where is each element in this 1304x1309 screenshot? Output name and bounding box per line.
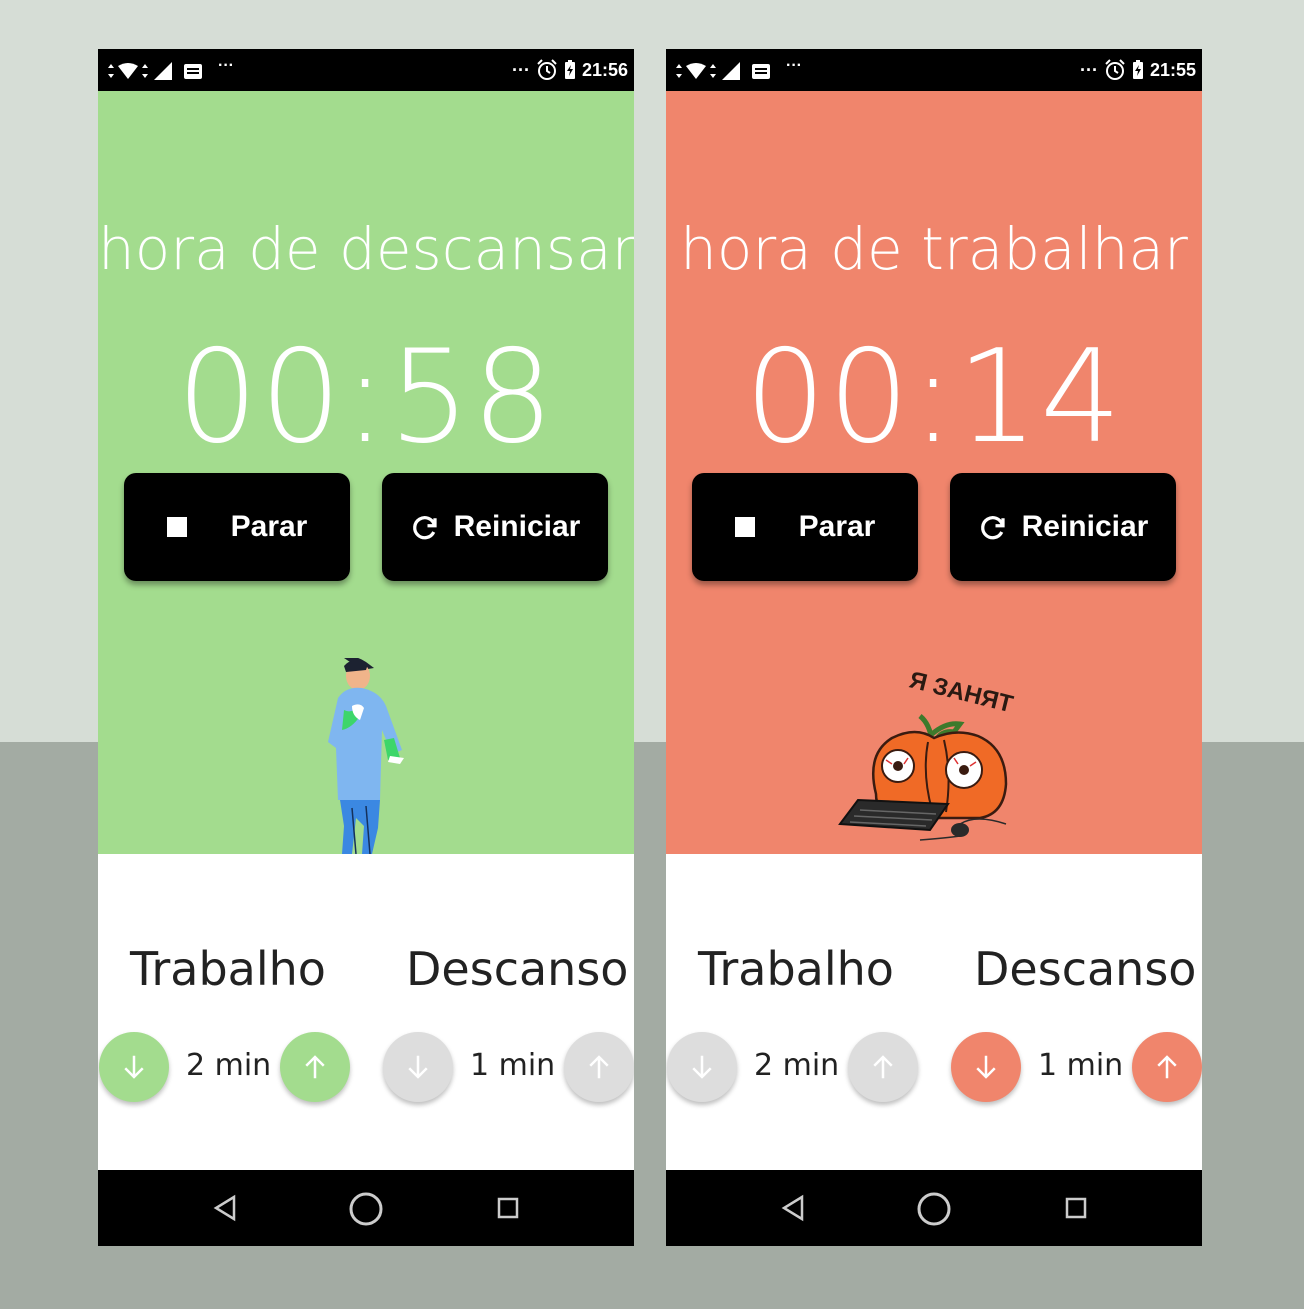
home-icon[interactable] <box>916 1191 952 1227</box>
recents-icon[interactable] <box>1064 1196 1088 1220</box>
rest-increase-button[interactable] <box>1132 1032 1202 1102</box>
work-increase-button[interactable] <box>280 1032 350 1102</box>
rest-label: Descanso <box>974 942 1197 996</box>
battery-icon <box>564 60 575 79</box>
rest-duration-value: 1 min <box>470 1048 556 1083</box>
refresh-icon <box>980 516 1005 540</box>
stop-button-label: Parar <box>230 510 308 543</box>
rest-increase-button[interactable] <box>564 1032 634 1102</box>
arrow-down-icon <box>124 1055 144 1079</box>
work-label: Trabalho <box>698 942 894 996</box>
restart-button[interactable]: Reiniciar <box>382 473 608 581</box>
busy-pumpkin-illustration: Я ЗАНЯТ <box>838 667 1016 841</box>
stop-button-label: Parar <box>798 510 876 543</box>
work-duration-value: 2 min <box>186 1048 272 1083</box>
work-duration-value: 2 min <box>754 1048 840 1083</box>
battery-icon <box>1132 60 1143 79</box>
settings-panel: Trabalho Descanso 2 min 1 min <box>666 854 1202 1170</box>
arrow-up-icon <box>1157 1055 1177 1079</box>
timer-panel: hora de descansar 00:58 Parar Reiniciar <box>98 91 634 854</box>
status-bar: ··· ··· 21:55 <box>666 49 1202 91</box>
status-time: 21:55 <box>1149 59 1196 80</box>
countdown-timer: 00:58 <box>176 323 556 472</box>
arrow-up-icon <box>589 1055 609 1079</box>
countdown-timer: 00:14 <box>744 323 1124 472</box>
more-icon: ··· <box>511 59 530 80</box>
arrow-down-icon <box>408 1055 428 1079</box>
work-label: Trabalho <box>130 942 326 996</box>
stop-button[interactable]: Parar <box>692 473 918 581</box>
back-icon[interactable] <box>212 1194 238 1222</box>
phone-screen-work: ··· ··· 21:55 hora de trabalhar 00:14 Pa… <box>666 49 1202 1246</box>
navigation-bar <box>666 1170 1202 1246</box>
sticker-text: Я ЗАНЯТ <box>907 667 1016 719</box>
work-decrease-button[interactable] <box>99 1032 169 1102</box>
navigation-bar <box>98 1170 634 1246</box>
home-icon[interactable] <box>348 1191 384 1227</box>
stop-icon <box>166 517 187 537</box>
status-bar: ··· ··· 21:56 <box>98 49 634 91</box>
rest-label: Descanso <box>406 942 629 996</box>
signal-icons <box>108 62 202 80</box>
rest-decrease-button[interactable] <box>951 1032 1021 1102</box>
rest-duration-value: 1 min <box>1038 1048 1124 1083</box>
recents-icon[interactable] <box>496 1196 520 1220</box>
signal-icons <box>676 62 770 80</box>
back-icon[interactable] <box>780 1194 806 1222</box>
alarm-icon <box>1105 59 1125 80</box>
restart-button-label: Reiniciar <box>1021 510 1149 543</box>
timer-panel: hora de trabalhar 00:14 Parar Reiniciar … <box>666 91 1202 854</box>
more-notifications-icon: ··· <box>786 57 802 74</box>
rest-decrease-button[interactable] <box>383 1032 453 1102</box>
work-decrease-button[interactable] <box>667 1032 737 1102</box>
arrow-up-icon <box>873 1055 893 1079</box>
restart-button[interactable]: Reiniciar <box>950 473 1176 581</box>
more-icon: ··· <box>1079 59 1098 80</box>
restart-button-label: Reiniciar <box>453 510 581 543</box>
arrow-down-icon <box>976 1055 996 1079</box>
phone-screen-rest: ··· ··· 21:56 hora de descansar 00:58 Pa… <box>98 49 634 1246</box>
status-time: 21:56 <box>581 59 628 80</box>
settings-panel: Trabalho Descanso 2 min 1 min <box>98 854 634 1170</box>
more-notifications-icon: ··· <box>218 57 234 74</box>
mode-heading: hora de trabalhar <box>680 215 1188 283</box>
arrow-down-icon <box>692 1055 712 1079</box>
stop-icon <box>734 517 755 537</box>
refresh-icon <box>412 516 437 540</box>
stop-button[interactable]: Parar <box>124 473 350 581</box>
alarm-icon <box>537 59 557 80</box>
arrow-up-icon <box>305 1055 325 1079</box>
work-increase-button[interactable] <box>848 1032 918 1102</box>
mode-heading: hora de descansar <box>98 215 634 283</box>
dancing-man-illustration <box>328 658 404 854</box>
